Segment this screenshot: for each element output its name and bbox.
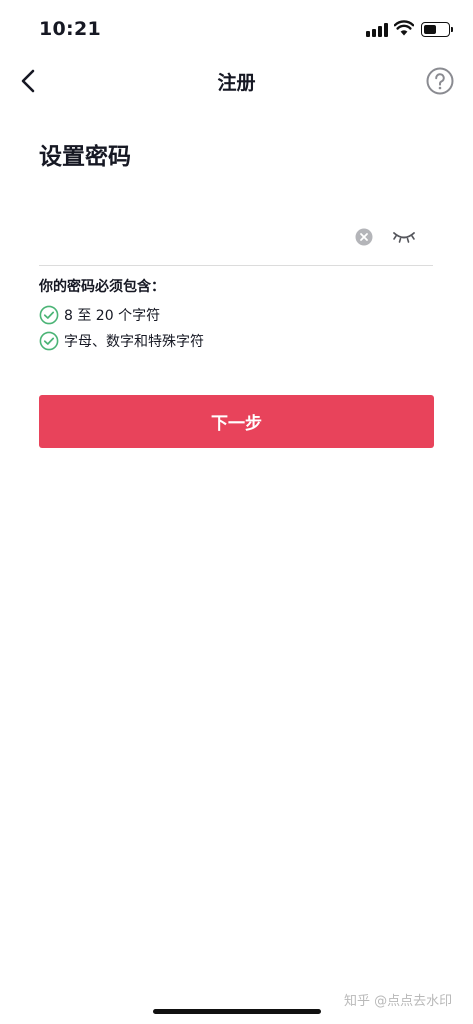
battery-level: [424, 25, 436, 34]
battery-icon: [421, 22, 450, 37]
check-circle-icon: [39, 331, 59, 351]
page-title: 设置密码: [39, 144, 131, 170]
password-input[interactable]: [39, 220, 339, 256]
check-circle-icon: [39, 305, 59, 325]
wifi-icon: [394, 20, 414, 36]
nav-title: 注册: [217, 72, 256, 94]
question-circle-icon[interactable]: [425, 66, 455, 96]
signal-icon: [366, 23, 388, 37]
requirement-label: 字母、数字和特殊字符: [64, 334, 204, 350]
status-bar: 10:21: [0, 0, 473, 58]
battery-cap: [451, 27, 453, 32]
status-time: 10:21: [39, 18, 101, 40]
requirement-length: 8 至 20 个字符: [39, 302, 204, 328]
nav-bar: 注册: [0, 58, 473, 104]
home-indicator[interactable]: [153, 1009, 321, 1014]
register-screen: 10:21 注册 设置密码 你的密码必须包含： 8 至 20 个字符 字母、数字…: [0, 0, 473, 1024]
password-field: [39, 210, 433, 266]
requirements-list: 8 至 20 个字符 字母、数字和特殊字符: [39, 302, 204, 354]
watermark-text: 知乎 @点点去水印: [344, 994, 453, 1009]
requirements-title: 你的密码必须包含：: [39, 279, 165, 295]
next-button[interactable]: 下一步: [39, 395, 434, 448]
requirement-characters: 字母、数字和特殊字符: [39, 328, 204, 354]
clear-circle-icon[interactable]: [354, 227, 374, 247]
eye-closed-icon[interactable]: [391, 226, 417, 246]
requirement-label: 8 至 20 个字符: [64, 308, 161, 324]
